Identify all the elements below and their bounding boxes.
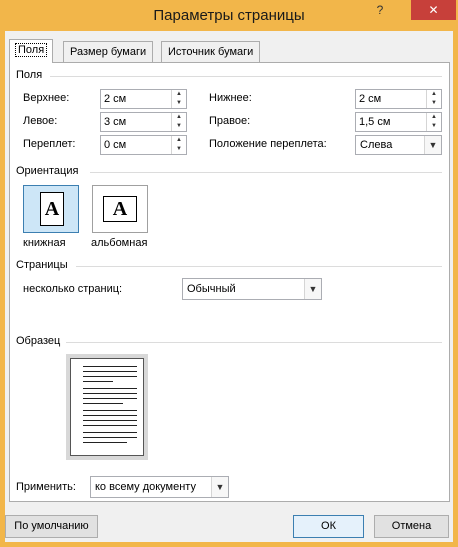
- preview-line: [83, 415, 137, 416]
- left-margin-spinner[interactable]: 3 см ▲ ▼: [100, 112, 187, 132]
- tab-panel-margins: Поля Верхнее: 2 см ▲ ▼ Нижнее: 2 см ▲ ▼ Ле…: [9, 62, 450, 502]
- right-margin-arrows[interactable]: ▲ ▼: [426, 113, 441, 131]
- bottom-margin-arrows[interactable]: ▲ ▼: [426, 90, 441, 108]
- multiple-pages-select[interactable]: Обычный ▼: [182, 278, 322, 300]
- set-default-button[interactable]: По умолчанию: [5, 515, 98, 538]
- top-margin-value[interactable]: 2 см: [104, 93, 126, 105]
- top-margin-label: Верхнее:: [23, 92, 70, 104]
- spin-down-icon[interactable]: ▼: [427, 99, 441, 108]
- spin-down-icon[interactable]: ▼: [172, 99, 186, 108]
- margins-group-label: Поля: [16, 69, 43, 81]
- left-margin-arrows[interactable]: ▲ ▼: [171, 113, 186, 131]
- left-margin-label: Левое:: [23, 115, 58, 127]
- chevron-down-icon[interactable]: ▼: [304, 279, 321, 299]
- preview-group-label: Образец: [16, 335, 61, 347]
- gutter-spinner[interactable]: 0 см ▲ ▼: [100, 135, 187, 155]
- multiple-pages-value: Обычный: [187, 283, 236, 295]
- portrait-label: книжная: [23, 237, 66, 249]
- right-margin-value[interactable]: 1,5 см: [359, 116, 390, 128]
- gutter-position-value: Слева: [360, 139, 393, 151]
- spin-up-icon[interactable]: ▲: [172, 136, 186, 145]
- right-margin-label: Правое:: [209, 115, 251, 127]
- gutter-position-label: Положение переплета:: [209, 138, 327, 150]
- preview-line: [83, 376, 137, 377]
- preview-line: [83, 425, 137, 426]
- spin-up-icon[interactable]: ▲: [427, 90, 441, 99]
- apply-to-select[interactable]: ко всему документу ▼: [90, 476, 229, 498]
- preview-divider: [66, 342, 442, 343]
- preview-line: [83, 403, 123, 404]
- preview-line: [83, 371, 137, 372]
- tab-paper-size[interactable]: Размер бумаги: [63, 41, 154, 63]
- right-margin-spinner[interactable]: 1,5 см ▲ ▼: [355, 112, 442, 132]
- multiple-pages-label: несколько страниц:: [23, 283, 123, 295]
- spin-down-icon[interactable]: ▼: [172, 145, 186, 154]
- preview-line: [83, 398, 137, 399]
- apply-to-value: ко всему документу: [95, 481, 196, 493]
- close-button[interactable]: ✕: [411, 0, 456, 20]
- tab-margins-label: Поля: [14, 43, 48, 57]
- bottom-margin-label: Нижнее:: [209, 92, 252, 104]
- title-bar[interactable]: Параметры страницы ? ✕: [0, 0, 458, 31]
- dialog-client-area: Поля Размер бумаги Источник бумаги Поля …: [5, 31, 453, 542]
- gutter-value[interactable]: 0 см: [104, 139, 126, 151]
- gutter-label: Переплет:: [23, 138, 76, 150]
- preview-line: [83, 432, 137, 433]
- preview-line: [83, 366, 137, 367]
- tab-margins[interactable]: Поля: [9, 39, 54, 63]
- preview-line: [83, 410, 137, 411]
- portrait-page-icon: A: [40, 192, 64, 226]
- apply-to-label: Применить:: [16, 481, 76, 493]
- ok-button[interactable]: ОК: [293, 515, 364, 538]
- bottom-margin-value[interactable]: 2 см: [359, 93, 381, 105]
- top-margin-arrows[interactable]: ▲ ▼: [171, 90, 186, 108]
- spin-up-icon[interactable]: ▲: [427, 113, 441, 122]
- left-margin-value[interactable]: 3 см: [104, 116, 126, 128]
- orientation-divider: [90, 172, 442, 173]
- gutter-position-select[interactable]: Слева ▼: [355, 135, 442, 155]
- preview-area: [66, 354, 148, 460]
- spin-down-icon[interactable]: ▼: [172, 122, 186, 131]
- landscape-page-icon: A: [103, 196, 137, 222]
- orientation-group-label: Ориентация: [16, 165, 79, 177]
- landscape-label: альбомная: [91, 237, 148, 249]
- spin-down-icon[interactable]: ▼: [427, 122, 441, 131]
- spin-up-icon[interactable]: ▲: [172, 90, 186, 99]
- preview-line: [83, 388, 137, 389]
- portrait-button[interactable]: A: [23, 185, 79, 233]
- landscape-button[interactable]: A: [92, 185, 148, 233]
- preview-line: [83, 442, 127, 443]
- pages-divider: [76, 266, 442, 267]
- spin-up-icon[interactable]: ▲: [172, 113, 186, 122]
- preview-page: [70, 358, 144, 456]
- tab-paper-source[interactable]: Источник бумаги: [161, 41, 261, 63]
- preview-line: [83, 437, 137, 438]
- margins-divider: [50, 76, 442, 77]
- bottom-margin-spinner[interactable]: 2 см ▲ ▼: [355, 89, 442, 109]
- preview-line: [83, 393, 137, 394]
- dialog-window: Параметры страницы ? ✕ Поля Размер бумаг…: [0, 0, 458, 547]
- help-button[interactable]: ?: [366, 0, 394, 20]
- cancel-button[interactable]: Отмена: [374, 515, 449, 538]
- chevron-down-icon[interactable]: ▼: [211, 477, 228, 497]
- pages-group-label: Страницы: [16, 259, 68, 271]
- gutter-arrows[interactable]: ▲ ▼: [171, 136, 186, 154]
- chevron-down-icon[interactable]: ▼: [424, 136, 441, 154]
- preview-line: [83, 381, 113, 382]
- preview-line: [83, 420, 137, 421]
- top-margin-spinner[interactable]: 2 см ▲ ▼: [100, 89, 187, 109]
